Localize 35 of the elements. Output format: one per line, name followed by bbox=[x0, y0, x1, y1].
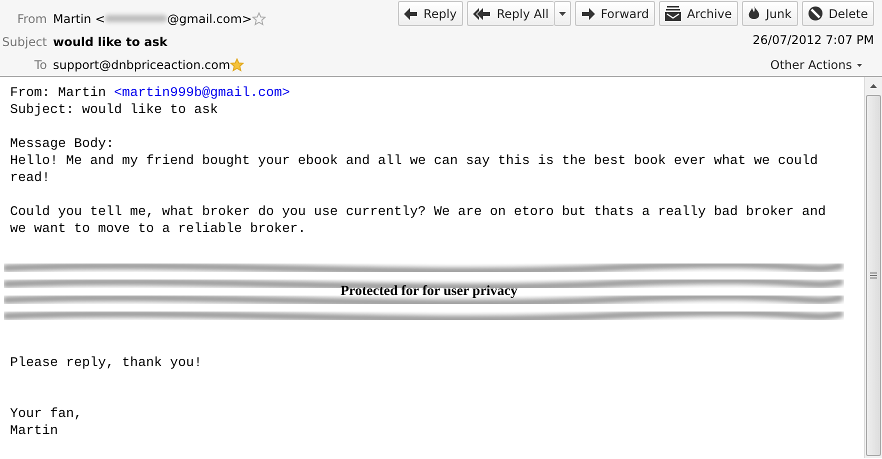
message-paragraph: Message Body: Hello! Me and my friend bought your ebook and all we can say this is the best book ever what we could read! bbox=[10, 136, 819, 187]
star-icon[interactable] bbox=[230, 58, 244, 72]
message-paragraph: Could you tell me, what broker do you use currently? We are on etoro but thats a really bad broker and we want to move to a reliable broker. bbox=[10, 204, 827, 238]
caret-icon bbox=[857, 64, 862, 66]
archive-button[interactable]: Archive bbox=[658, 1, 738, 26]
field-label: To bbox=[33, 58, 47, 72]
double-arrow-icon bbox=[472, 8, 491, 20]
no-entry-icon bbox=[808, 6, 823, 21]
reply-button[interactable]: Reply bbox=[398, 1, 463, 26]
forward-button[interactable]: Forward bbox=[574, 1, 655, 26]
email-address[interactable]: support@dnbpriceaction.com bbox=[53, 58, 230, 72]
reply-all-button[interactable]: Reply All bbox=[466, 1, 554, 26]
from-line: From: Martin bbox=[10, 86, 107, 101]
flame-icon bbox=[748, 6, 760, 21]
subject-text: would like to ask bbox=[53, 34, 168, 48]
email-address[interactable]: @gmail.com> bbox=[167, 12, 252, 26]
field-label: From bbox=[16, 12, 47, 26]
message-paragraph: Your fan, Martin bbox=[10, 406, 83, 440]
privacy-notice: Protected for for user privacy bbox=[340, 284, 518, 300]
email-link[interactable]: <martin999b@gmail.com> bbox=[114, 86, 290, 101]
sender-name: Martin < bbox=[53, 12, 106, 26]
star-icon[interactable] bbox=[252, 12, 266, 26]
delete-button[interactable]: Delete bbox=[802, 1, 874, 26]
junk-button[interactable]: Junk bbox=[742, 1, 798, 26]
date-text: 26/07/2012 7:07 PM bbox=[752, 33, 874, 49]
message-paragraph: Please reply, thank you! bbox=[10, 355, 203, 372]
caret-icon bbox=[558, 12, 566, 16]
subject-line: Subject: would like to ask bbox=[10, 102, 219, 119]
reply-arrow-icon bbox=[404, 8, 418, 20]
archive-box-icon bbox=[664, 6, 681, 21]
dropdown-button[interactable] bbox=[554, 1, 571, 26]
field-label: Subject bbox=[1, 34, 47, 48]
scrollbar-thumb[interactable] bbox=[866, 95, 881, 456]
right-arrow-icon bbox=[580, 8, 595, 20]
other-actions-menu[interactable]: Other Actions bbox=[770, 56, 862, 74]
